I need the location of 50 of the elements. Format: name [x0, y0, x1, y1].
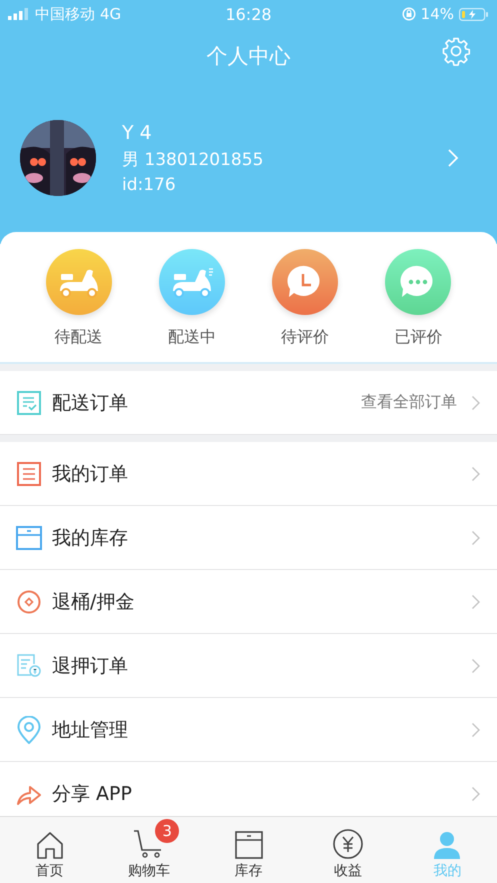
- chevron-right-icon: [471, 530, 481, 546]
- status-time: 16:28: [225, 4, 272, 24]
- order-status-button[interactable]: 待评价: [272, 238, 338, 348]
- receipt-icon: [16, 654, 42, 678]
- user-name: Y 4: [122, 122, 153, 144]
- order-status-button[interactable]: 待配送: [46, 238, 112, 348]
- box-icon: [234, 831, 263, 859]
- chevron-right-icon: [471, 658, 481, 674]
- network-type: 4G: [100, 5, 122, 23]
- chevron-right-icon[interactable]: [447, 148, 459, 168]
- user-id: id:176: [122, 174, 177, 194]
- battery-icon: [459, 8, 489, 20]
- carrier-name: 中国移动: [35, 4, 95, 24]
- menu-item[interactable]: 我的订单: [0, 442, 497, 506]
- chevron-right-icon: [471, 594, 481, 610]
- tab-item[interactable]: 库存: [198, 817, 298, 883]
- view-all-orders-link[interactable]: 查看全部订单: [361, 392, 457, 413]
- chat-bubble-icon: [385, 249, 452, 315]
- tab-item[interactable]: 首页: [0, 817, 100, 883]
- checklist-icon: [16, 390, 42, 414]
- person-icon: [433, 831, 462, 859]
- scooter-icon: [46, 249, 112, 315]
- rotation-lock-icon: [402, 7, 416, 21]
- cart-count-badge: 3: [155, 819, 180, 843]
- menu-item[interactable]: 我的库存: [0, 506, 497, 570]
- tab-item[interactable]: 收益: [298, 817, 398, 883]
- order-status-button[interactable]: 已评价: [385, 238, 452, 348]
- page-title: 个人中心: [206, 43, 290, 70]
- signal-icon: [8, 8, 30, 20]
- menu-item[interactable]: 退桶/押金: [0, 570, 497, 634]
- list-icon: [16, 462, 42, 486]
- coin-icon: [16, 590, 42, 614]
- box-icon: [16, 526, 42, 550]
- scooter-icon: [158, 249, 225, 315]
- delivery-orders-row[interactable]: 配送订单 查看全部订单: [0, 371, 497, 435]
- chevron-right-icon: [471, 394, 481, 410]
- home-icon: [36, 831, 64, 859]
- menu-item[interactable]: 地址管理: [0, 698, 497, 762]
- menu-item[interactable]: 退押订单: [0, 634, 497, 698]
- yuan-coin-icon: [332, 829, 363, 859]
- chevron-right-icon: [471, 466, 481, 482]
- chevron-right-icon: [471, 722, 481, 738]
- user-phone: 男 13801201855: [122, 148, 264, 170]
- chevron-right-icon: [471, 786, 481, 802]
- tab-item[interactable]: 3 购物车: [99, 817, 199, 883]
- order-status-button[interactable]: 配送中: [158, 238, 225, 348]
- chat-bubble-icon: [272, 249, 338, 315]
- battery-percentage: 14%: [420, 5, 454, 23]
- menu-item[interactable]: 分享 APP: [0, 762, 497, 816]
- location-pin-icon: [16, 716, 42, 744]
